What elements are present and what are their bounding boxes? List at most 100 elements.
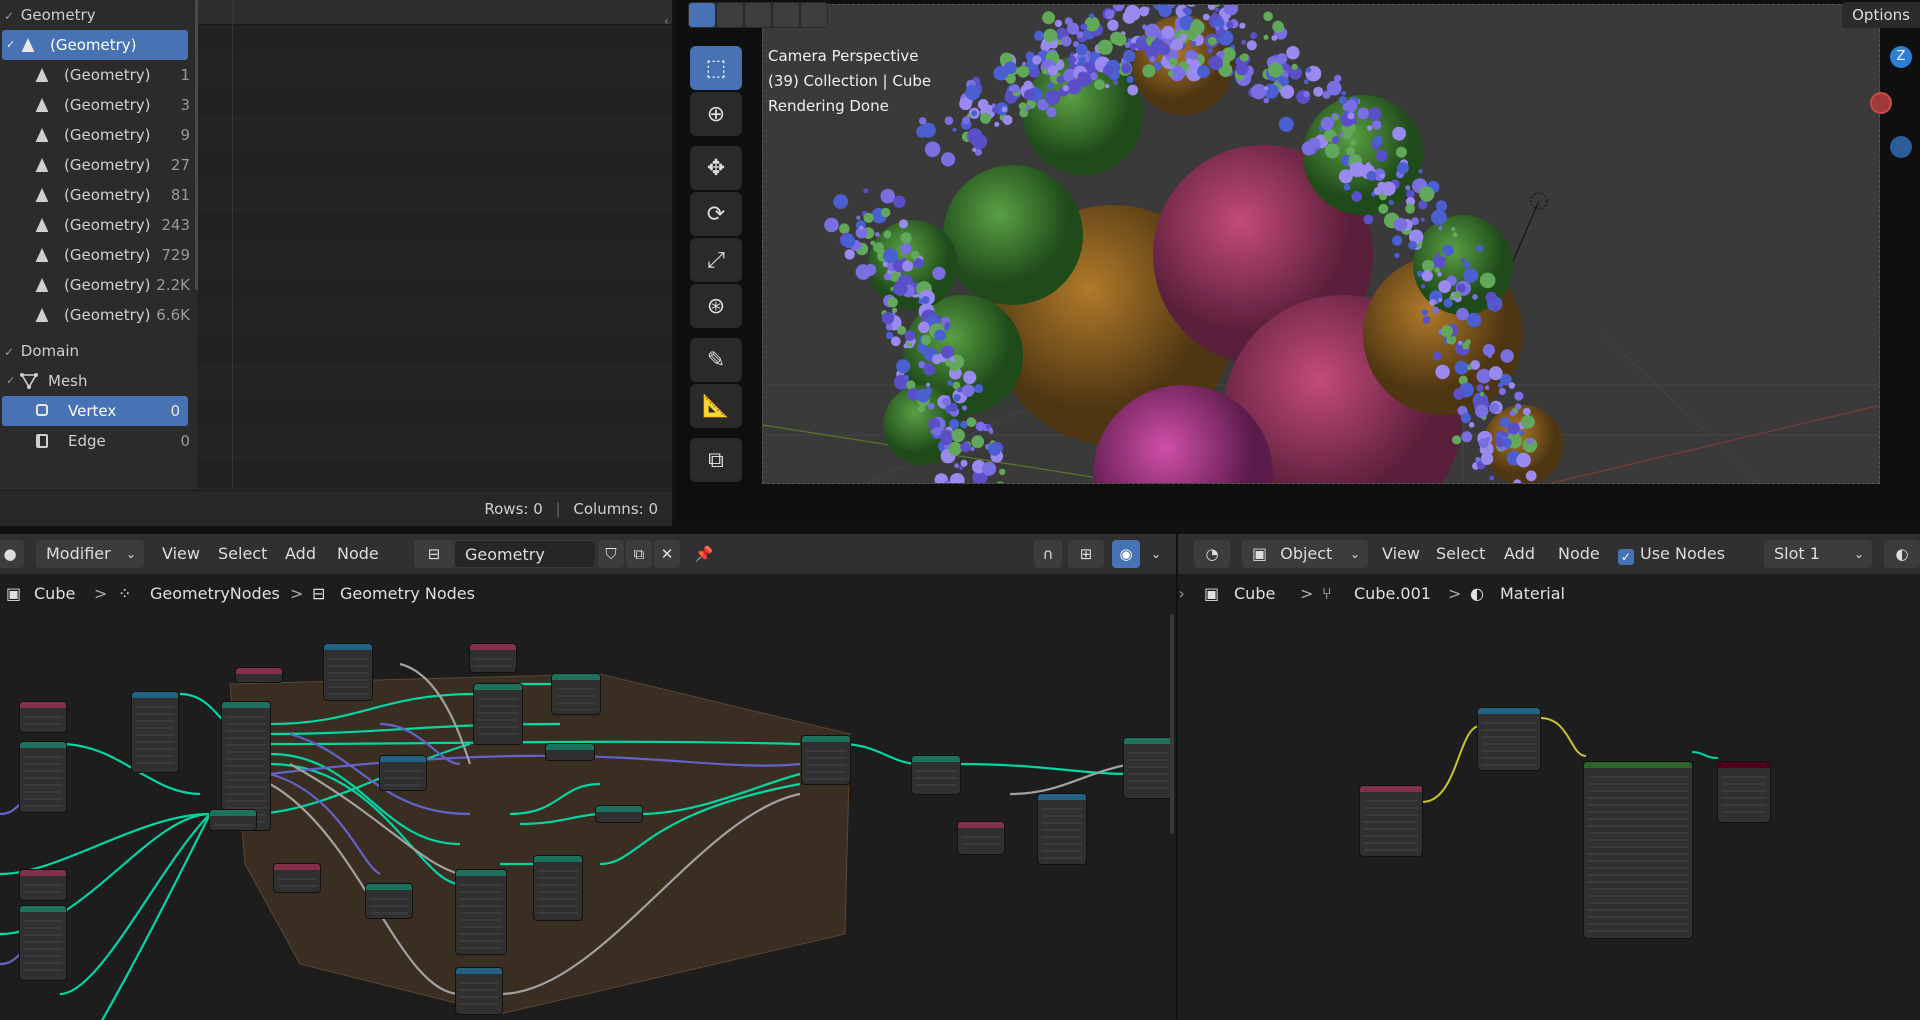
duplicate-icon[interactable]: ⧉ bbox=[626, 540, 652, 568]
tree-item-geometry-instance[interactable]: (Geometry) 81 bbox=[0, 180, 198, 210]
select-box-icon[interactable] bbox=[689, 3, 715, 27]
node[interactable] bbox=[596, 806, 642, 822]
chevron-down-icon[interactable]: ⌄ bbox=[1142, 540, 1170, 568]
node[interactable] bbox=[546, 744, 594, 760]
select-subtract-icon[interactable] bbox=[745, 3, 771, 27]
editor-type-icon[interactable]: ◔ bbox=[1194, 540, 1230, 568]
material-browse-icon[interactable]: ◐ bbox=[1884, 540, 1920, 568]
canvas-scrollbar[interactable] bbox=[1170, 614, 1174, 834]
geometry-section-header[interactable]: ✓ Geometry bbox=[0, 0, 198, 30]
tree-item-geometry-instance[interactable]: (Geometry) 6.6K bbox=[0, 300, 198, 330]
node[interactable] bbox=[534, 856, 582, 920]
rotate-tool-icon[interactable]: ⟳ bbox=[690, 192, 742, 236]
tree-item-geometry-instance[interactable]: (Geometry) 729 bbox=[0, 240, 198, 270]
node[interactable] bbox=[470, 644, 516, 672]
node[interactable] bbox=[1038, 794, 1086, 864]
collapse-icon[interactable]: ‹› bbox=[1178, 582, 1185, 606]
node[interactable] bbox=[20, 870, 66, 900]
shader-type-dropdown[interactable]: ▣ Object ⌄ bbox=[1242, 540, 1368, 568]
node[interactable] bbox=[958, 822, 1004, 854]
select-extend-icon[interactable] bbox=[717, 3, 743, 27]
use-nodes-toggle[interactable]: ✓ Use Nodes bbox=[1618, 540, 1725, 568]
options-dropdown[interactable]: Options bbox=[1842, 2, 1920, 28]
shader-node-canvas[interactable] bbox=[1178, 614, 1920, 1020]
tree-item-edge[interactable]: Edge 0 bbox=[0, 426, 198, 456]
editor-type-icon[interactable]: ● bbox=[0, 540, 24, 568]
context-dropdown[interactable]: Modifier ⌄ bbox=[36, 540, 144, 568]
tree-item-geometry-instance[interactable]: (Geometry) 1 bbox=[0, 60, 198, 90]
select-tool-icon[interactable]: ⬚ bbox=[690, 46, 742, 90]
move-tool-icon[interactable]: ✥ bbox=[690, 146, 742, 190]
menu-view[interactable]: View bbox=[1382, 540, 1420, 568]
node[interactable] bbox=[1478, 708, 1540, 770]
node[interactable] bbox=[380, 756, 426, 790]
menu-add[interactable]: Add bbox=[1504, 540, 1535, 568]
bubble bbox=[880, 188, 896, 204]
tree-item-geometry-instance[interactable]: (Geometry) 3 bbox=[0, 90, 198, 120]
node[interactable] bbox=[1718, 762, 1770, 822]
gizmo-neg-z-axis[interactable] bbox=[1890, 136, 1912, 158]
menu-node[interactable]: Node bbox=[337, 540, 379, 568]
node-tree-name-field[interactable]: Geometry Nodes bbox=[454, 540, 596, 592]
breadcrumb-object[interactable]: Cube bbox=[1234, 582, 1275, 606]
node[interactable] bbox=[132, 692, 178, 772]
overlay-icon[interactable]: ◉ bbox=[1112, 540, 1140, 568]
gizmo-z-axis[interactable]: Z bbox=[1890, 46, 1912, 68]
tree-item-geometry-instance[interactable]: (Geometry) 2.2K bbox=[0, 270, 198, 300]
menu-select[interactable]: Select bbox=[218, 540, 267, 568]
menu-select[interactable]: Select bbox=[1436, 540, 1485, 568]
node[interactable] bbox=[802, 736, 850, 784]
node[interactable] bbox=[20, 742, 66, 812]
node[interactable] bbox=[456, 870, 506, 954]
add-cube-tool-icon[interactable]: ⧉ bbox=[690, 438, 742, 482]
node[interactable] bbox=[1360, 786, 1422, 856]
tree-item-geometry-instance[interactable]: (Geometry) 27 bbox=[0, 150, 198, 180]
geometry-node-canvas[interactable] bbox=[0, 614, 1176, 1020]
scale-tool-icon[interactable]: ⤢ bbox=[690, 238, 742, 282]
node[interactable] bbox=[210, 810, 256, 830]
measure-tool-icon[interactable]: 📐 bbox=[690, 384, 742, 428]
breadcrumb-modifier[interactable]: GeometryNodes bbox=[150, 582, 280, 606]
transform-tool-icon[interactable]: ⊛ bbox=[690, 284, 742, 328]
node[interactable] bbox=[552, 674, 600, 714]
chevron-left-icon[interactable]: ‹ bbox=[664, 14, 669, 28]
tree-item-geometry-instance[interactable]: (Geometry) 243 bbox=[0, 210, 198, 240]
node[interactable] bbox=[274, 864, 320, 892]
node[interactable] bbox=[20, 702, 66, 732]
annotate-tool-icon[interactable]: ✎ bbox=[690, 338, 742, 382]
3d-viewport[interactable]: ⬚ ⊕ ✥ ⟳ ⤢ ⊛ ✎ 📐 ⧉ Camera Perspective (39… bbox=[676, 0, 1920, 526]
node[interactable] bbox=[366, 884, 412, 918]
select-intersect-icon[interactable] bbox=[801, 3, 827, 27]
domain-section-header[interactable]: ✓ Domain bbox=[0, 336, 198, 366]
tree-item-geometry-instance[interactable]: (Geometry) 9 bbox=[0, 120, 198, 150]
tree-item-geometry-root[interactable]: ✓ (Geometry) bbox=[2, 30, 188, 60]
breadcrumb-material[interactable]: Material bbox=[1500, 582, 1565, 606]
node[interactable] bbox=[236, 668, 282, 682]
slot-dropdown[interactable]: Slot 1 ⌄ bbox=[1764, 540, 1872, 568]
node[interactable] bbox=[912, 756, 960, 794]
node[interactable] bbox=[1584, 762, 1692, 938]
snap-icon[interactable]: ∩ bbox=[1034, 540, 1062, 568]
breadcrumb-node-tree[interactable]: Geometry Nodes bbox=[340, 582, 475, 606]
node[interactable] bbox=[1124, 738, 1172, 798]
node[interactable] bbox=[324, 644, 372, 700]
menu-add[interactable]: Add bbox=[285, 540, 316, 568]
tree-item-mesh[interactable]: ✓ Mesh bbox=[0, 366, 198, 396]
snap-target-icon[interactable]: ⊞ bbox=[1068, 540, 1104, 568]
node[interactable] bbox=[20, 906, 66, 980]
menu-node[interactable]: Node bbox=[1558, 540, 1600, 568]
breadcrumb-object[interactable]: Cube bbox=[34, 582, 75, 606]
close-icon[interactable]: ✕ bbox=[654, 540, 680, 568]
fake-user-shield-icon[interactable]: ⛉ bbox=[598, 540, 624, 568]
cursor-tool-icon[interactable]: ⊕ bbox=[690, 92, 742, 136]
pin-icon[interactable]: 📌 bbox=[690, 540, 718, 568]
tree-item-vertex[interactable]: Vertex 0 bbox=[2, 396, 188, 426]
select-invert-icon[interactable] bbox=[773, 3, 799, 27]
bubble bbox=[1463, 261, 1471, 269]
gizmo-x-axis[interactable] bbox=[1870, 92, 1892, 114]
node[interactable] bbox=[474, 684, 522, 744]
menu-view[interactable]: View bbox=[162, 540, 200, 568]
node-tree-browse-icon[interactable]: ⊟ bbox=[414, 540, 454, 568]
breadcrumb-mesh[interactable]: Cube.001 bbox=[1354, 582, 1431, 606]
node[interactable] bbox=[456, 968, 502, 1014]
